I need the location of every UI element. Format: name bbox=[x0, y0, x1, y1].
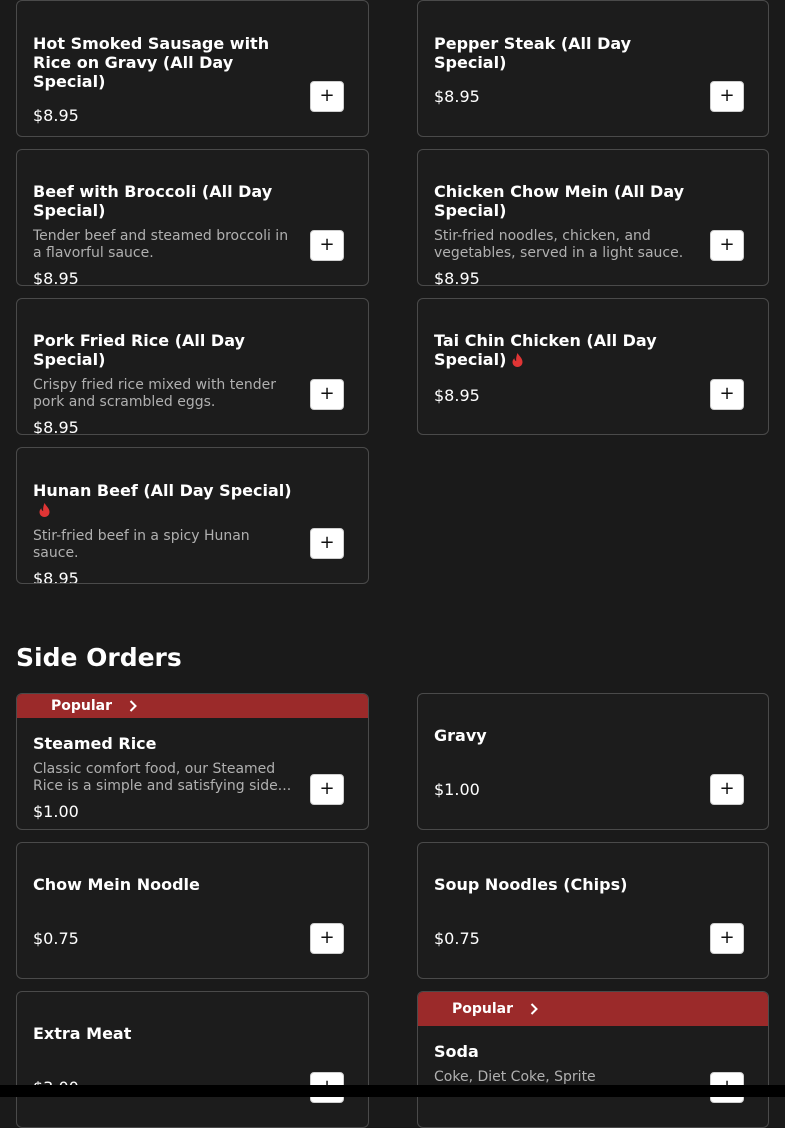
item-title: Tai Chin Chicken (All Day Special) bbox=[434, 331, 696, 369]
add-to-cart-button[interactable]: + bbox=[710, 379, 744, 410]
menu-item-card[interactable]: Pepper Steak (All Day Special) $8.95 + bbox=[417, 0, 769, 137]
item-price: $0.75 bbox=[33, 929, 79, 948]
item-title: Extra Meat bbox=[33, 1024, 132, 1043]
item-title: Chow Mein Noodle bbox=[33, 875, 200, 894]
item-price: $0.75 bbox=[434, 929, 480, 948]
item-title: Soda bbox=[434, 1042, 479, 1061]
add-to-cart-button[interactable]: + bbox=[310, 379, 344, 410]
flame-icon bbox=[512, 353, 523, 367]
popular-label: Popular bbox=[452, 1001, 514, 1017]
item-title: Hunan Beef (All Day Special) bbox=[33, 481, 301, 518]
item-description: Stir-fried beef in a spicy Hunan sauce. bbox=[33, 528, 250, 561]
add-to-cart-button[interactable]: + bbox=[710, 774, 744, 805]
add-to-cart-button[interactable]: + bbox=[310, 528, 344, 559]
item-description: Crispy fried rice mixed with tender pork… bbox=[33, 377, 276, 410]
item-description: Stir-fried noodles, chicken, and vegetab… bbox=[434, 228, 684, 261]
item-description: Classic comfort food, our Steamed Rice i… bbox=[33, 761, 292, 794]
item-price: $8.95 bbox=[33, 106, 79, 125]
add-to-cart-button[interactable]: + bbox=[710, 923, 744, 954]
menu-item-card[interactable]: Popular Soda Coke, Diet Coke, Sprite + bbox=[417, 991, 769, 1128]
item-title: Gravy bbox=[434, 726, 487, 745]
item-price: $1.00 bbox=[434, 780, 480, 799]
item-title: Pork Fried Rice (All Day Special) bbox=[33, 331, 245, 369]
item-title: Soup Noodles (Chips) bbox=[434, 875, 628, 894]
section-title: Side Orders bbox=[16, 643, 182, 672]
item-price: $8.95 bbox=[434, 269, 480, 286]
popular-label: Popular bbox=[51, 698, 113, 714]
item-title: Chicken Chow Mein (All Day Special) bbox=[434, 182, 685, 220]
add-to-cart-button[interactable]: + bbox=[710, 230, 744, 261]
add-to-cart-button[interactable]: + bbox=[710, 81, 744, 112]
menu-item-card[interactable]: Chow Mein Noodle $0.75 + bbox=[16, 842, 369, 979]
bottom-edge bbox=[0, 1085, 785, 1097]
add-to-cart-button[interactable]: + bbox=[310, 81, 344, 112]
item-title: Steamed Rice bbox=[33, 734, 157, 753]
item-title-text: Tai Chin Chicken (All Day Special) bbox=[434, 331, 657, 369]
menu-item-card[interactable]: Gravy $1.00 + bbox=[417, 693, 769, 830]
menu-item-card[interactable]: Hot Smoked Sausage with Rice on Gravy (A… bbox=[16, 0, 369, 137]
item-price: $8.95 bbox=[33, 418, 79, 435]
item-description: Coke, Diet Coke, Sprite bbox=[434, 1069, 596, 1085]
menu-item-card[interactable]: Popular Steamed Rice Classic comfort foo… bbox=[16, 693, 369, 830]
chevron-right-icon bbox=[530, 1003, 538, 1015]
add-to-cart-button[interactable]: + bbox=[310, 923, 344, 954]
item-description: Tender beef and steamed broccoli in a fl… bbox=[33, 228, 289, 261]
menu-item-card[interactable]: Pork Fried Rice (All Day Special) Crispy… bbox=[16, 298, 369, 435]
menu-item-card[interactable]: Beef with Broccoli (All Day Special) Ten… bbox=[16, 149, 369, 286]
menu-item-card[interactable]: Chicken Chow Mein (All Day Special) Stir… bbox=[417, 149, 769, 286]
item-title-text: Hunan Beef (All Day Special) bbox=[33, 481, 292, 500]
item-price: $8.95 bbox=[434, 87, 480, 106]
item-price: $8.95 bbox=[33, 569, 79, 584]
popular-banner[interactable]: Popular bbox=[418, 992, 768, 1026]
item-price: $8.95 bbox=[33, 269, 79, 286]
item-title: Beef with Broccoli (All Day Special) bbox=[33, 182, 273, 220]
item-price: $8.95 bbox=[434, 386, 480, 405]
menu-item-card[interactable]: Hunan Beef (All Day Special) Stir-fried … bbox=[16, 447, 369, 584]
flame-icon bbox=[39, 503, 50, 517]
popular-banner[interactable]: Popular bbox=[17, 694, 368, 718]
item-price: $1.00 bbox=[33, 802, 79, 821]
item-title: Hot Smoked Sausage with Rice on Gravy (A… bbox=[33, 34, 270, 91]
add-to-cart-button[interactable]: + bbox=[310, 230, 344, 261]
add-to-cart-button[interactable]: + bbox=[310, 774, 344, 805]
item-title: Pepper Steak (All Day Special) bbox=[434, 34, 632, 72]
menu-item-card[interactable]: Soup Noodles (Chips) $0.75 + bbox=[417, 842, 769, 979]
chevron-right-icon bbox=[129, 700, 137, 712]
menu-item-card[interactable]: Extra Meat $3.00 + bbox=[16, 991, 369, 1128]
menu-item-card[interactable]: Tai Chin Chicken (All Day Special) $8.95… bbox=[417, 298, 769, 435]
